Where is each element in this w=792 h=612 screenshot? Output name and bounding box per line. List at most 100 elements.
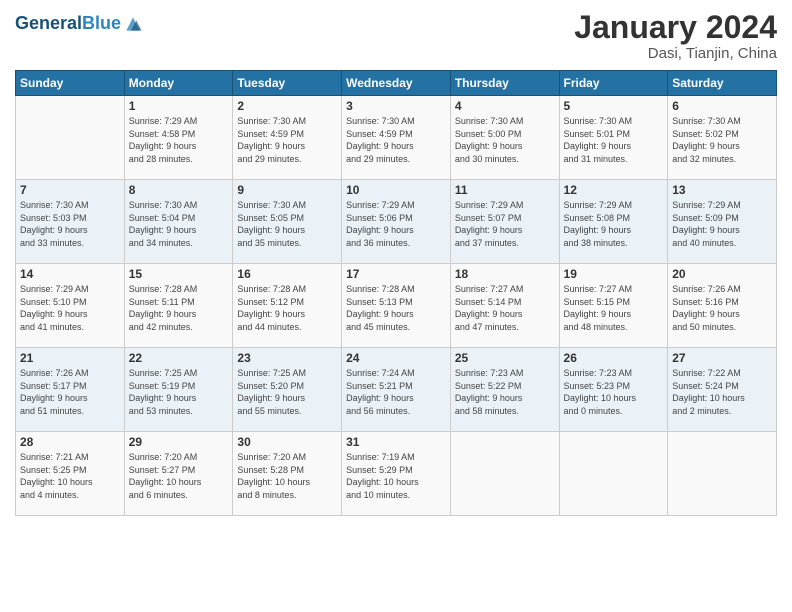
col-header-saturday: Saturday [668, 71, 777, 96]
day-cell: 5Sunrise: 7:30 AM Sunset: 5:01 PM Daylig… [559, 96, 668, 180]
day-number: 28 [20, 435, 120, 449]
title-block: January 2024 Dasi, Tianjin, China [574, 10, 777, 62]
day-info: Sunrise: 7:23 AM Sunset: 5:23 PM Dayligh… [564, 367, 664, 417]
day-number: 14 [20, 267, 120, 281]
logo-text: GeneralBlue [15, 14, 121, 34]
col-header-monday: Monday [124, 71, 233, 96]
day-info: Sunrise: 7:20 AM Sunset: 5:27 PM Dayligh… [129, 451, 229, 501]
day-info: Sunrise: 7:28 AM Sunset: 5:12 PM Dayligh… [237, 283, 337, 333]
logo: GeneralBlue [15, 14, 143, 34]
day-info: Sunrise: 7:27 AM Sunset: 5:15 PM Dayligh… [564, 283, 664, 333]
day-cell: 21 Sunrise: 7:26 AM Sunset: 5:17 PM Dayli… [16, 348, 125, 432]
day-cell: 3 Sunrise: 7:30 AM Sunset: 4:59 PM Daylig… [342, 96, 451, 180]
day-info: Sunrise: 7:30 AM Sunset: 5:00 PM Dayligh… [455, 115, 555, 165]
day-cell: 24 Sunrise: 7:24 AM Sunset: 5:21 PM Dayli… [342, 348, 451, 432]
day-cell [450, 432, 559, 516]
day-cell: 30 Sunrise: 7:20 AM Sunset: 5:28 PM Dayli… [233, 432, 342, 516]
logo-icon [123, 14, 143, 34]
week-row-1: 1 Sunrise: 7:29 AM Sunset: 4:58 PM Daylig… [16, 96, 777, 180]
day-number: 25 [455, 351, 555, 365]
day-info: Sunrise: 7:30 AM Sunset: 5:03 PM Dayligh… [20, 199, 120, 249]
day-cell: 23 Sunrise: 7:25 AM Sunset: 5:20 PM Dayli… [233, 348, 342, 432]
day-cell: 20 Sunrise: 7:26 AM Sunset: 5:16 PM Dayli… [668, 264, 777, 348]
day-number: 6 [672, 99, 772, 113]
col-header-wednesday: Wednesday [342, 71, 451, 96]
day-info: Sunrise: 7:29 AM Sunset: 5:10 PM Dayligh… [20, 283, 120, 333]
day-cell [16, 96, 125, 180]
header-row: SundayMondayTuesdayWednesdayThursdayFrid… [16, 71, 777, 96]
day-info: Sunrise: 7:30 AM Sunset: 4:59 PM Dayligh… [346, 115, 446, 165]
day-number: 19 [564, 267, 664, 281]
day-cell: 2Sunrise: 7:30 AM Sunset: 4:59 PM Daylig… [233, 96, 342, 180]
day-info: Sunrise: 7:28 AM Sunset: 5:13 PM Dayligh… [346, 283, 446, 333]
day-cell: 22 Sunrise: 7:25 AM Sunset: 5:19 PM Dayli… [124, 348, 233, 432]
day-number: 27 [672, 351, 772, 365]
day-number: 29 [129, 435, 229, 449]
day-cell: 17 Sunrise: 7:28 AM Sunset: 5:13 PM Dayli… [342, 264, 451, 348]
day-number: 22 [129, 351, 229, 365]
day-cell: 18Sunrise: 7:27 AM Sunset: 5:14 PM Dayli… [450, 264, 559, 348]
day-info: Sunrise: 7:20 AM Sunset: 5:28 PM Dayligh… [237, 451, 337, 501]
day-cell: 9 Sunrise: 7:30 AM Sunset: 5:05 PM Daylig… [233, 180, 342, 264]
day-number: 1 [129, 99, 229, 113]
day-number: 4 [455, 99, 555, 113]
week-row-3: 14 Sunrise: 7:29 AM Sunset: 5:10 PM Dayli… [16, 264, 777, 348]
day-info: Sunrise: 7:25 AM Sunset: 5:19 PM Dayligh… [129, 367, 229, 417]
day-number: 12 [564, 183, 664, 197]
day-cell [668, 432, 777, 516]
day-info: Sunrise: 7:21 AM Sunset: 5:25 PM Dayligh… [20, 451, 120, 501]
day-number: 31 [346, 435, 446, 449]
day-number: 10 [346, 183, 446, 197]
day-number: 20 [672, 267, 772, 281]
week-row-5: 28 Sunrise: 7:21 AM Sunset: 5:25 PM Dayli… [16, 432, 777, 516]
day-info: Sunrise: 7:30 AM Sunset: 5:02 PM Dayligh… [672, 115, 772, 165]
calendar-table: SundayMondayTuesdayWednesdayThursdayFrid… [15, 70, 777, 516]
day-info: Sunrise: 7:29 AM Sunset: 5:08 PM Dayligh… [564, 199, 664, 249]
day-cell: 25Sunrise: 7:23 AM Sunset: 5:22 PM Dayli… [450, 348, 559, 432]
day-info: Sunrise: 7:30 AM Sunset: 5:05 PM Dayligh… [237, 199, 337, 249]
day-info: Sunrise: 7:29 AM Sunset: 5:09 PM Dayligh… [672, 199, 772, 249]
day-number: 18 [455, 267, 555, 281]
col-header-thursday: Thursday [450, 71, 559, 96]
day-number: 9 [237, 183, 337, 197]
day-cell: 11Sunrise: 7:29 AM Sunset: 5:07 PM Dayli… [450, 180, 559, 264]
day-number: 24 [346, 351, 446, 365]
day-cell: 6 Sunrise: 7:30 AM Sunset: 5:02 PM Daylig… [668, 96, 777, 180]
day-cell: 19 Sunrise: 7:27 AM Sunset: 5:15 PM Dayli… [559, 264, 668, 348]
day-info: Sunrise: 7:26 AM Sunset: 5:16 PM Dayligh… [672, 283, 772, 333]
day-cell: 26 Sunrise: 7:23 AM Sunset: 5:23 PM Dayli… [559, 348, 668, 432]
day-info: Sunrise: 7:19 AM Sunset: 5:29 PM Dayligh… [346, 451, 446, 501]
day-number: 13 [672, 183, 772, 197]
day-cell: 7 Sunrise: 7:30 AM Sunset: 5:03 PM Daylig… [16, 180, 125, 264]
day-number: 8 [129, 183, 229, 197]
day-number: 23 [237, 351, 337, 365]
week-row-4: 21 Sunrise: 7:26 AM Sunset: 5:17 PM Dayli… [16, 348, 777, 432]
day-cell: 14 Sunrise: 7:29 AM Sunset: 5:10 PM Dayli… [16, 264, 125, 348]
day-info: Sunrise: 7:30 AM Sunset: 4:59 PM Dayligh… [237, 115, 337, 165]
day-number: 16 [237, 267, 337, 281]
col-header-sunday: Sunday [16, 71, 125, 96]
day-number: 3 [346, 99, 446, 113]
day-cell: 10Sunrise: 7:29 AM Sunset: 5:06 PM Dayli… [342, 180, 451, 264]
day-number: 7 [20, 183, 120, 197]
col-header-friday: Friday [559, 71, 668, 96]
day-cell: 29 Sunrise: 7:20 AM Sunset: 5:27 PM Dayli… [124, 432, 233, 516]
month-title: January 2024 [574, 10, 777, 45]
location: Dasi, Tianjin, China [574, 45, 777, 62]
week-row-2: 7 Sunrise: 7:30 AM Sunset: 5:03 PM Daylig… [16, 180, 777, 264]
day-cell: 28 Sunrise: 7:21 AM Sunset: 5:25 PM Dayli… [16, 432, 125, 516]
day-number: 21 [20, 351, 120, 365]
day-info: Sunrise: 7:30 AM Sunset: 5:01 PM Dayligh… [564, 115, 664, 165]
col-header-tuesday: Tuesday [233, 71, 342, 96]
day-cell: 27Sunrise: 7:22 AM Sunset: 5:24 PM Dayli… [668, 348, 777, 432]
day-info: Sunrise: 7:25 AM Sunset: 5:20 PM Dayligh… [237, 367, 337, 417]
day-number: 26 [564, 351, 664, 365]
day-info: Sunrise: 7:24 AM Sunset: 5:21 PM Dayligh… [346, 367, 446, 417]
day-info: Sunrise: 7:26 AM Sunset: 5:17 PM Dayligh… [20, 367, 120, 417]
calendar-header: GeneralBlue January 2024 Dasi, Tianjin, … [15, 10, 777, 62]
day-cell: 31 Sunrise: 7:19 AM Sunset: 5:29 PM Dayli… [342, 432, 451, 516]
day-number: 17 [346, 267, 446, 281]
day-number: 30 [237, 435, 337, 449]
day-cell: 15Sunrise: 7:28 AM Sunset: 5:11 PM Dayli… [124, 264, 233, 348]
day-info: Sunrise: 7:29 AM Sunset: 4:58 PM Dayligh… [129, 115, 229, 165]
